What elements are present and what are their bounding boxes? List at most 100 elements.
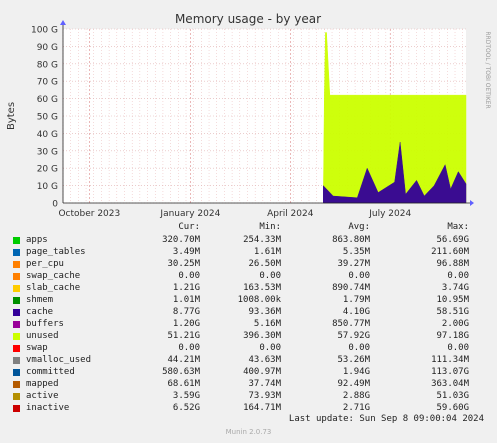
legend-cur-value: 320.70M	[162, 235, 200, 245]
plot-area: 0 10 G 20 G 30 G 40 G 50 G 60 G 70 G 80 G 90 G 100…	[31, 20, 474, 219]
last-update: Last update: Sun Sep 8 09:00:04 2024	[288, 414, 484, 424]
y-tick-label: 30 G	[37, 147, 58, 157]
legend-label: cache	[26, 307, 54, 317]
legend-max-value: 59.60G	[436, 403, 469, 413]
legend-cur-value: 6.52G	[172, 403, 200, 413]
header-avg: Avg:	[348, 222, 370, 232]
legend-avg-value: 850.77M	[332, 319, 370, 329]
x-tick-label: April 2024	[267, 209, 314, 219]
legend-max-value: 51.03G	[436, 391, 469, 401]
legend-swatch	[13, 333, 20, 340]
legend-swatch	[13, 237, 20, 244]
header-cur: Cur:	[178, 222, 200, 232]
legend-min-value: 26.50M	[248, 259, 281, 269]
legend-max-value: 96.88M	[436, 259, 469, 269]
legend-label: swap_cache	[26, 271, 81, 281]
legend-max-value: 2.00G	[441, 319, 469, 329]
legend-avg-value: 863.80M	[332, 235, 370, 245]
legend-row-vmalloc_used: vmalloc_used 44.21M 43.63M 53.26M 111.34M	[0, 355, 497, 367]
legend-row-cache: cache 8.77G 93.36M 4.10G 58.51G	[0, 307, 497, 319]
legend-swatch	[13, 297, 20, 304]
legend-label: per_cpu	[26, 259, 64, 269]
legend-label: buffers	[26, 319, 64, 329]
legend-swatch	[13, 345, 20, 352]
y-tick-label: 20 G	[37, 165, 58, 175]
legend-avg-value: 5.35M	[342, 247, 370, 257]
legend-min-value: 1008.00k	[237, 295, 281, 305]
legend-max-value: 58.51G	[436, 307, 469, 317]
x-axis-arrow	[470, 200, 474, 206]
legend-min-value: 400.97M	[243, 367, 281, 377]
legend-label: unused	[26, 331, 59, 341]
legend-min-value: 43.63M	[248, 355, 281, 365]
legend-label: inactive	[26, 403, 70, 413]
legend-max-value: 3.74G	[441, 283, 469, 293]
y-tick-label: 80 G	[37, 60, 58, 70]
y-tick-label: 90 G	[37, 43, 58, 53]
legend-row-swap_cache: swap_cache 0.00 0.00 0.00 0.00	[0, 271, 497, 283]
legend-row-slab_cache: slab_cache 1.21G 163.53M 890.74M 3.74G	[0, 283, 497, 295]
y-tick-label: 100 G	[31, 26, 58, 36]
legend-avg-value: 1.79M	[342, 295, 370, 305]
y-tick-label: 70 G	[37, 78, 58, 88]
legend-max-value: 0.00	[447, 271, 469, 281]
legend-swatch	[13, 381, 20, 388]
legend-cur-value: 44.21M	[167, 355, 200, 365]
legend-min-value: 254.33M	[243, 235, 281, 245]
legend-cur-value: 3.59G	[172, 391, 200, 401]
legend-swatch	[13, 261, 20, 268]
legend-cur-value: 580.63M	[162, 367, 200, 377]
legend-label: page_tables	[26, 247, 86, 257]
x-tick-label: January 2024	[159, 209, 220, 219]
chart-title: Memory usage - by year	[175, 12, 321, 26]
legend-max-value: 10.95M	[436, 295, 469, 305]
legend-avg-value: 39.27M	[337, 259, 370, 269]
legend-cur-value: 0.00	[178, 271, 200, 281]
legend-min-value: 164.71M	[243, 403, 281, 413]
legend-label: swap	[26, 343, 48, 353]
legend-min-value: 163.53M	[243, 283, 281, 293]
legend-min-value: 1.61M	[253, 247, 281, 257]
header-max: Max:	[447, 222, 469, 232]
x-tick-label: July 2024	[368, 209, 411, 219]
legend-swatch	[13, 405, 20, 412]
legend-swatch	[13, 393, 20, 400]
legend-max-value: 56.69G	[436, 235, 469, 245]
legend-row-committed: committed 580.63M 400.97M 1.94G 113.07G	[0, 367, 497, 379]
legend-header: Cur: Min: Avg: Max:	[0, 222, 497, 234]
legend-cur-value: 1.20G	[172, 319, 200, 329]
legend-avg-value: 57.92G	[337, 331, 370, 341]
y-tick-label: 40 G	[37, 130, 58, 140]
legend-avg-value: 0.00	[348, 343, 370, 353]
legend-row-mapped: mapped 68.61M 37.74M 92.49M 363.04M	[0, 379, 497, 391]
legend-cur-value: 1.21G	[172, 283, 200, 293]
legend-swatch	[13, 249, 20, 256]
y-tick-label: 10 G	[37, 182, 58, 192]
legend-max-value: 111.34M	[431, 355, 469, 365]
legend-swatch	[13, 357, 20, 364]
legend-cur-value: 1.01M	[172, 295, 200, 305]
legend-label: slab_cache	[26, 283, 81, 293]
legend-avg-value: 1.94G	[342, 367, 370, 377]
legend-avg-value: 92.49M	[337, 379, 370, 389]
legend-label: shmem	[26, 295, 54, 305]
legend-max-value: 113.07G	[431, 367, 469, 377]
legend-swatch	[13, 309, 20, 316]
legend-row-active: active 3.59G 73.93M 2.88G 51.03G	[0, 391, 497, 403]
legend-max-value: 363.04M	[431, 379, 469, 389]
legend-swatch	[13, 273, 20, 280]
legend-min-value: 93.36M	[248, 307, 281, 317]
legend-swatch	[13, 369, 20, 376]
legend-row-buffers: buffers 1.20G 5.16M 850.77M 2.00G	[0, 319, 497, 331]
legend-row-shmem: shmem 1.01M 1008.00k 1.79M 10.95M	[0, 295, 497, 307]
memory-chart: Memory usage - by year Bytes RRDTOOL / T…	[6, 12, 491, 219]
legend-min-value: 37.74M	[248, 379, 281, 389]
x-tick-label: October 2023	[58, 209, 120, 219]
y-tick-label: 0	[52, 200, 58, 210]
y-tick-label: 60 G	[37, 95, 58, 105]
legend-avg-value: 0.00	[348, 271, 370, 281]
legend-cur-value: 68.61M	[167, 379, 200, 389]
y-tick-label: 50 G	[37, 113, 58, 123]
legend-cur-value: 0.00	[178, 343, 200, 353]
legend-swatch	[13, 321, 20, 328]
